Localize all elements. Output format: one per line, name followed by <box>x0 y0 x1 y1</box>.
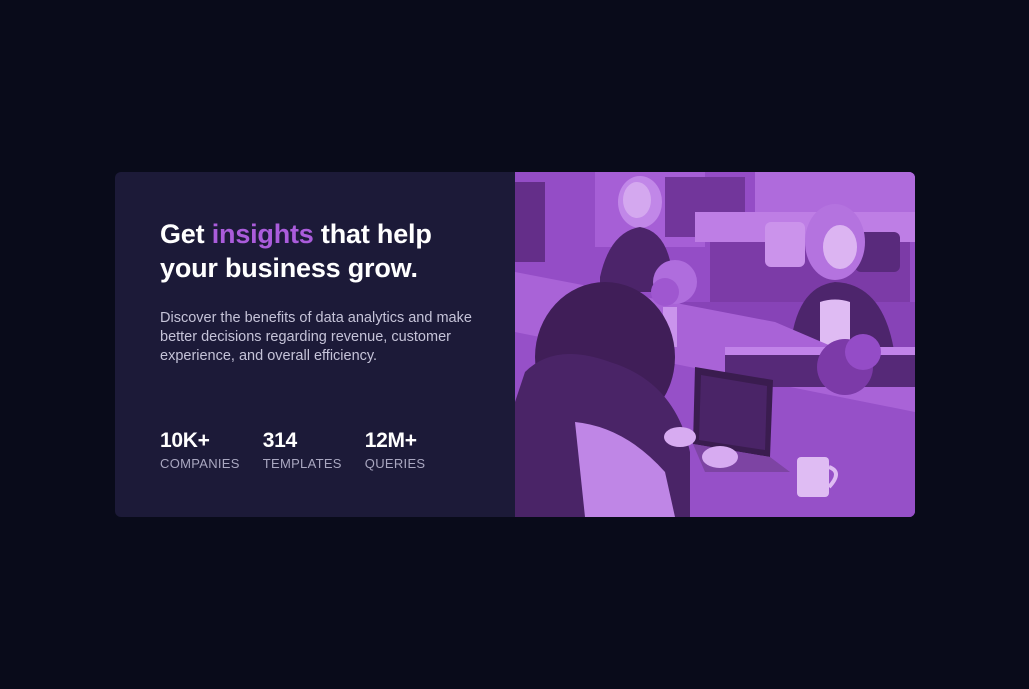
headline-accent: insights <box>211 219 314 249</box>
stat-value: 10K+ <box>160 429 210 452</box>
stats-preview-card: Get insights that help your business gro… <box>115 172 915 517</box>
stats-row: 10K+ COMPANIES 314 TEMPLATES 12M+ QUERIE… <box>160 428 447 472</box>
card-description: Discover the benefits of data analytics … <box>160 310 472 364</box>
stat-value: 12M+ <box>364 429 417 452</box>
stat-label: COMPANIES <box>160 456 240 471</box>
stat-label: QUERIES <box>364 456 426 471</box>
stat-companies: 10K+ COMPANIES <box>160 428 240 472</box>
headline-start: Get <box>160 219 212 249</box>
office-photo-illustration <box>515 172 915 517</box>
card-headline: Get insights that help your business gro… <box>160 217 475 285</box>
stat-value: 314 <box>262 429 297 452</box>
card-content: Get insights that help your business gro… <box>115 172 515 517</box>
office-photo <box>515 172 915 517</box>
stat-label: TEMPLATES <box>262 456 342 471</box>
stat-templates: 314 TEMPLATES <box>263 428 342 472</box>
stat-queries: 12M+ QUERIES <box>365 428 426 472</box>
